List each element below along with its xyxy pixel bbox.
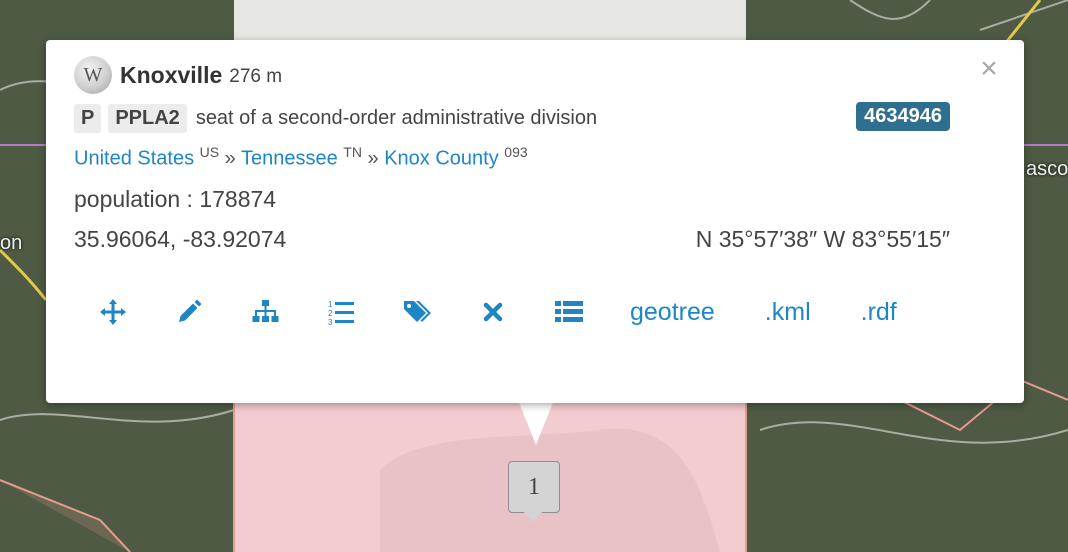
place-name: Knoxville <box>120 61 223 88</box>
breadcrumb-separator: » <box>367 147 379 170</box>
breadcrumb-county-link[interactable]: Knox County <box>384 148 499 170</box>
close-button[interactable]: × <box>976 54 1002 84</box>
wikipedia-icon[interactable]: W <box>74 56 112 94</box>
svg-text:2: 2 <box>328 309 333 318</box>
svg-text:3: 3 <box>328 318 333 327</box>
ordered-list-icon[interactable]: 123 <box>326 297 356 327</box>
title-row: W Knoxville 276 m <box>74 56 283 94</box>
breadcrumb: United States US » Tennessee TN » Knox C… <box>74 144 528 171</box>
feature-class-badge: P <box>74 103 102 133</box>
svg-text:1: 1 <box>328 300 333 309</box>
cluster-marker[interactable]: 1 <box>508 461 560 513</box>
map-label-left: on <box>0 232 23 254</box>
geoname-id-badge[interactable]: 4634946 <box>856 102 950 131</box>
breadcrumb-separator: » <box>224 147 236 170</box>
list-icon[interactable] <box>554 297 584 327</box>
feature-description: seat of a second-order administrative di… <box>195 106 598 129</box>
country-code: US <box>199 144 220 160</box>
action-toolbar: 123 geotree .kml .rdf <box>98 292 947 332</box>
edit-icon[interactable] <box>174 297 204 327</box>
dms-coordinates: N 35°57′38″ W 83°55′15″ <box>695 226 950 252</box>
feature-code-row: P PPLA2 seat of a second-order administr… <box>74 101 597 135</box>
decimal-coordinates: 35.96064, -83.92074 <box>74 226 287 252</box>
hierarchy-icon[interactable] <box>250 297 280 327</box>
delete-icon[interactable] <box>478 297 508 327</box>
tags-icon[interactable] <box>402 297 432 327</box>
elevation: 276 m <box>229 65 283 87</box>
breadcrumb-state-link[interactable]: Tennessee <box>241 148 338 170</box>
urban-area <box>234 0 746 40</box>
rdf-link[interactable]: .rdf <box>861 298 897 327</box>
move-icon[interactable] <box>98 297 128 327</box>
kml-link[interactable]: .kml <box>765 298 811 327</box>
state-code: TN <box>343 144 362 160</box>
geotree-link[interactable]: geotree <box>630 298 715 327</box>
map-label-right: asco <box>1026 158 1068 180</box>
cluster-marker-pointer <box>522 510 544 522</box>
place-popup: × W Knoxville 276 m P PPLA2 seat of a se… <box>46 40 1024 403</box>
feature-code-badge: PPLA2 <box>108 103 187 133</box>
population-text: population : 178874 <box>74 186 277 212</box>
county-code: 093 <box>504 144 528 160</box>
breadcrumb-country-link[interactable]: United States <box>74 148 194 170</box>
